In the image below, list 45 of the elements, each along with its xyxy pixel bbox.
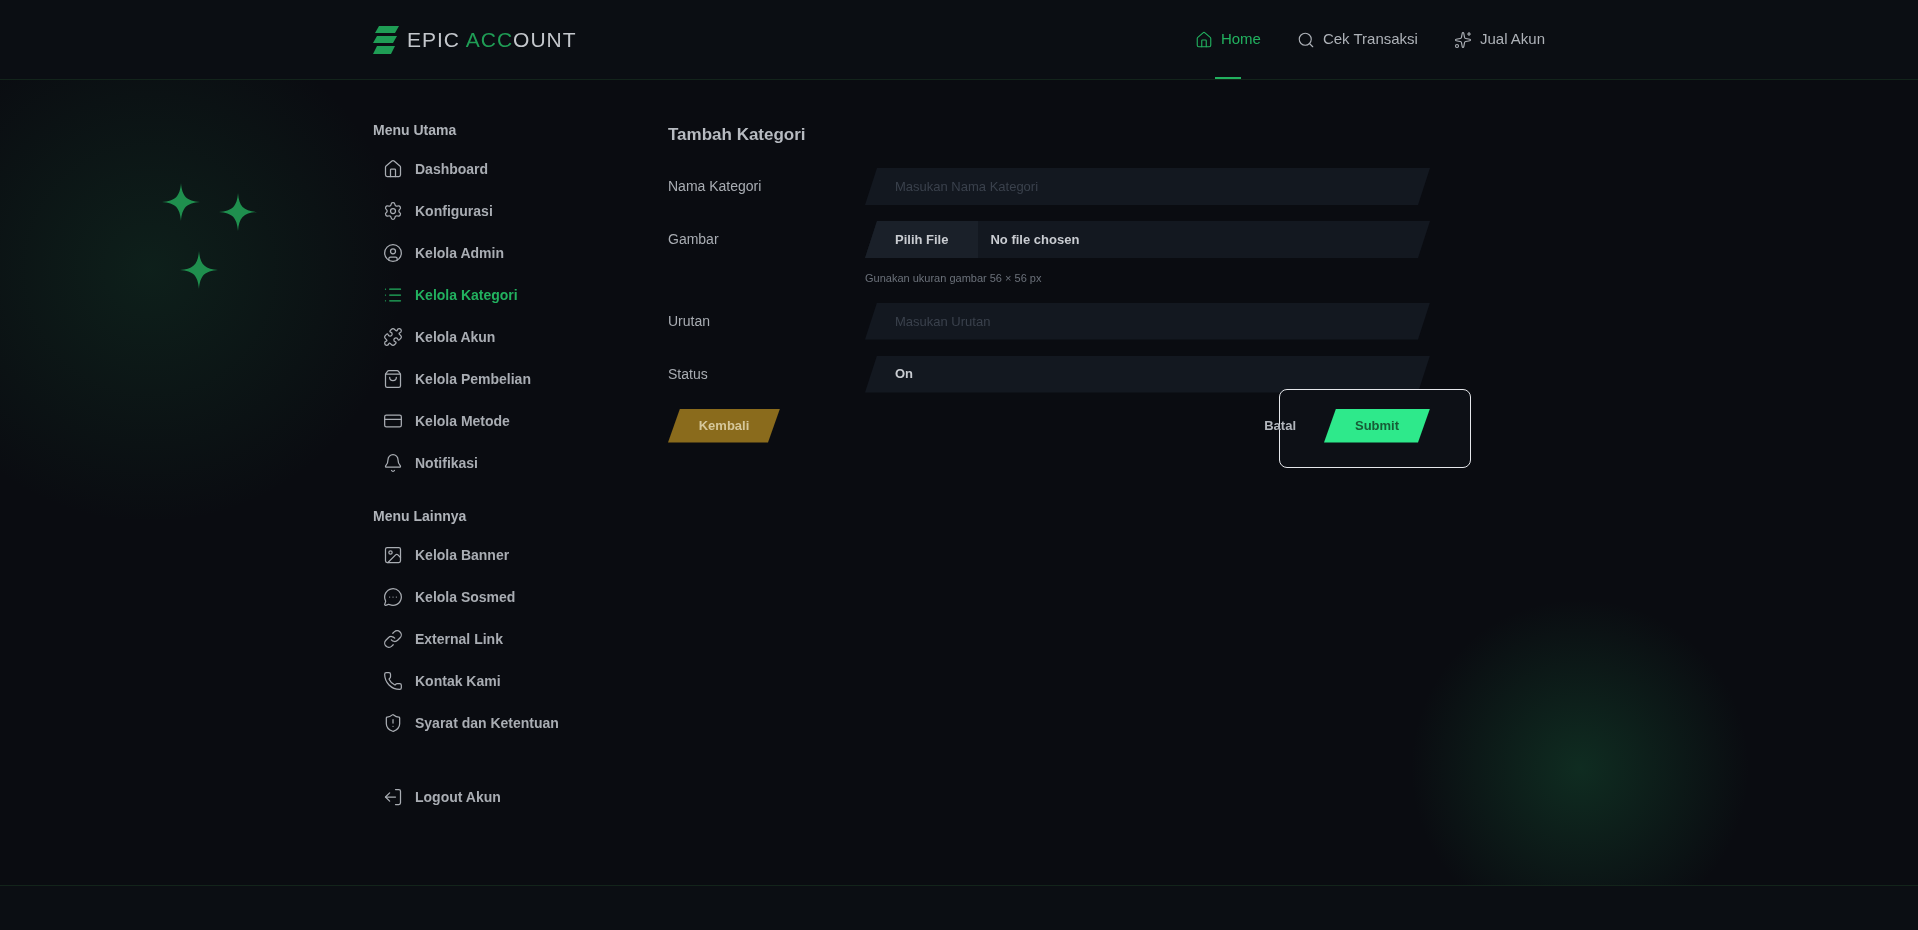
sidebar-item[interactable]: Kelola Pembelian [373,358,668,400]
file-field[interactable]: Pilih File No file chosen [865,221,1430,258]
home-icon [1194,30,1213,49]
logout-icon [383,787,403,807]
field-label: Gambar [668,230,720,249]
logout-link[interactable]: Logout Akun [373,776,668,818]
link-icon [383,629,403,649]
section-title: Menu Utama [373,121,458,140]
nav-link[interactable]: Cek Transaksi [1296,0,1418,79]
sidebar-item[interactable]: Kelola Sosmed [373,576,668,618]
chat-icon [383,587,403,607]
phone-icon [383,671,403,691]
logo-icon [373,25,399,54]
sidebar-item[interactable]: Kelola Kategori [373,274,668,316]
image-icon [383,545,403,565]
status-select[interactable]: On [865,355,1430,393]
form-title: Tambah Kategori [668,124,807,146]
field-label: Urutan [668,311,712,331]
logo-text: EPIC ACCOUNT [407,26,577,53]
nav-link[interactable]: Home [1194,0,1261,79]
sidebar-item[interactable]: Konfigurasi [373,190,668,232]
sidebar-item[interactable]: Kelola Admin [373,232,668,274]
settings-icon [383,201,403,221]
field-label: Nama Kategori [668,177,763,196]
sparkles-icon [1453,30,1472,49]
file-status: No file chosen [989,230,1080,249]
sidebar-item[interactable]: Kelola Metode [373,400,668,442]
field-label: Status [668,364,709,384]
sidebar-item[interactable]: External Link [373,618,668,660]
nav-link[interactable]: Jual Akun [1453,0,1545,79]
sidebar-item[interactable]: Kelola Akun [373,316,668,358]
sidebar-item[interactable]: Kelola Banner [373,534,668,576]
user-icon [383,243,403,263]
search-icon [1296,30,1315,49]
sidebar-item[interactable]: Notifikasi [373,442,668,484]
sidebar-item[interactable]: Syarat dan Ketentuan [373,702,668,744]
sidebar-item[interactable]: Kontak Kami [373,660,668,702]
sidebar-item[interactable]: Dashboard [373,148,668,190]
shield-icon [383,713,403,733]
bell-icon [383,453,403,473]
hint-text: Gunakan ukuran gambar 56 × 56 px [865,271,1043,286]
bag-icon [383,369,403,389]
section-title: Menu Lainnya [373,507,468,526]
home-icon [383,159,403,179]
puzzle-icon [383,327,403,347]
